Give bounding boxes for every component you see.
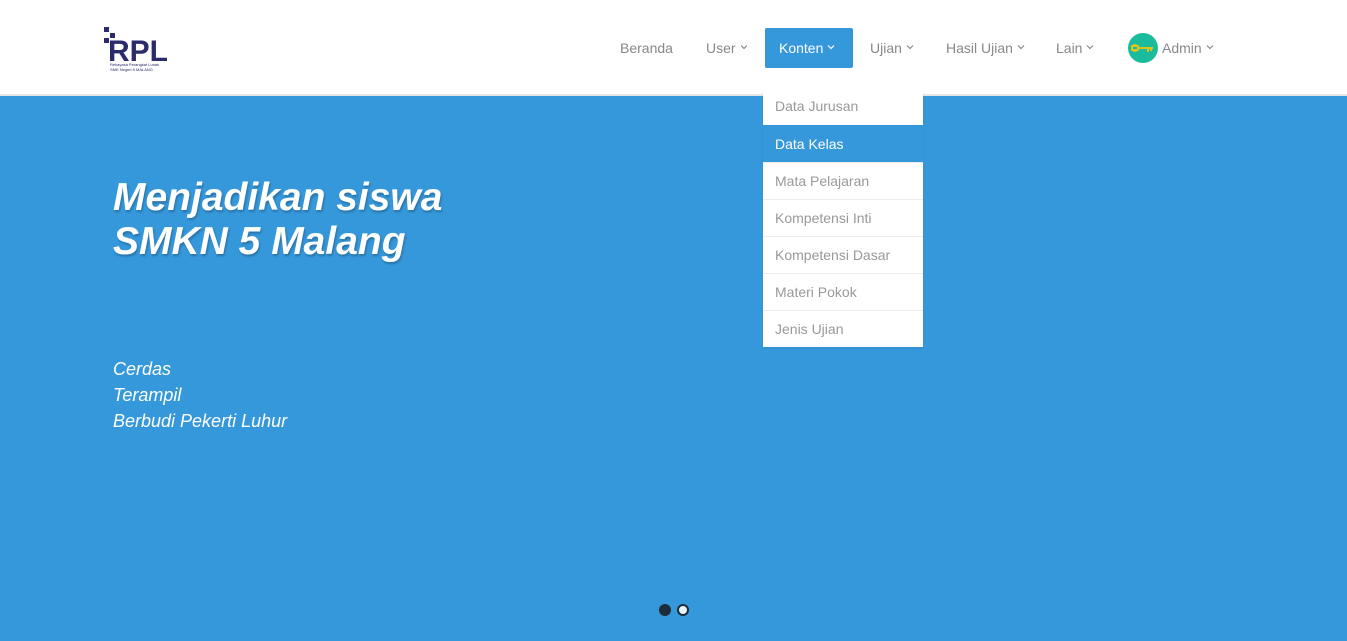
hero-title-line-2: SMKN 5 Malang (113, 220, 406, 263)
chevron-down-icon (1087, 45, 1094, 50)
nav-lain[interactable]: Lain (1056, 28, 1094, 68)
nav-lain-label: Lain (1056, 40, 1083, 56)
hero-sub-line-2: Terampil (113, 385, 182, 405)
menu-item-kompetensi-dasar[interactable]: Kompetensi Dasar (763, 236, 923, 273)
main-nav: Beranda User Konten Ujian Hasil Ujian La… (0, 28, 1347, 68)
nav-admin-label: Admin (1162, 40, 1202, 56)
menu-item-kompetensi-inti[interactable]: Kompetensi Inti (763, 199, 923, 236)
hero-sub-line-3: Berbudi Pekerti Luhur (113, 411, 288, 431)
hero-title-line-1: Menjadikan siswa (113, 176, 443, 219)
nav-hasil-ujian-label: Hasil Ujian (946, 40, 1013, 56)
chevron-down-icon (827, 45, 835, 50)
hero-subtitle: Cerdas Terampil Berbudi Pekerti Luhur (113, 356, 287, 434)
hero-sub-line-1: Cerdas (113, 359, 172, 379)
avatar (1128, 33, 1158, 63)
menu-item-data-jurusan[interactable]: Data Jurusan (763, 88, 923, 125)
konten-dropdown-menu: Data Jurusan Data Kelas Mata Pelajaran K… (763, 88, 923, 347)
nav-beranda[interactable]: Beranda (620, 28, 673, 68)
menu-item-mata-pelajaran[interactable]: Mata Pelajaran (763, 162, 923, 199)
navbar: RPL Rekayasa Perangkat Lunak SMK Negeri … (0, 0, 1347, 96)
menu-item-jenis-ujian[interactable]: Jenis Ujian (763, 310, 923, 347)
nav-ujian[interactable]: Ujian (870, 28, 914, 68)
nav-beranda-label: Beranda (620, 40, 673, 56)
chevron-down-icon (1206, 45, 1214, 50)
nav-konten[interactable]: Konten (765, 28, 853, 68)
chevron-down-icon (906, 45, 914, 50)
chevron-down-icon (1017, 45, 1025, 50)
nav-user[interactable]: User (706, 28, 748, 68)
carousel-dot-2[interactable] (677, 604, 689, 616)
nav-konten-label: Konten (779, 40, 824, 56)
key-icon (1131, 44, 1153, 52)
carousel-dot-1[interactable] (659, 604, 671, 616)
hero-title: Menjadikan siswa SMKN 5 Malang (113, 176, 442, 264)
menu-item-data-kelas[interactable]: Data Kelas (763, 125, 923, 162)
chevron-down-icon (740, 45, 747, 50)
nav-ujian-label: Ujian (870, 40, 902, 56)
nav-hasil-ujian[interactable]: Hasil Ujian (946, 28, 1025, 68)
nav-admin[interactable]: Admin (1128, 28, 1214, 68)
nav-user-label: User (706, 40, 736, 56)
menu-item-materi-pokok[interactable]: Materi Pokok (763, 273, 923, 310)
